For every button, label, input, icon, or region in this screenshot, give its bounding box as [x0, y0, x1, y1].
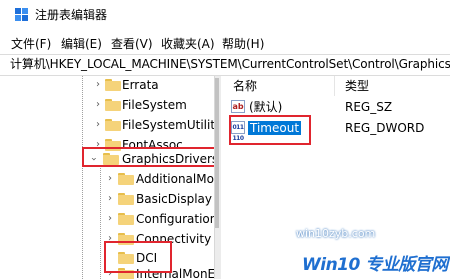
watermark-brand: Win10 专业版官网 — [302, 255, 448, 275]
values-pane[interactable]: 名称 类型 ab (默认) REG_SZ 011 110 Timeout REG_… — [221, 76, 450, 279]
menu-edit[interactable]: 编辑(E) — [61, 37, 102, 51]
chevron-right-icon[interactable]: › — [93, 100, 103, 110]
chevron-right-icon[interactable]: › — [105, 174, 115, 184]
highlight-box — [229, 115, 311, 145]
tree-item-label: BasicDisplay — [136, 192, 213, 206]
tree-item-errata[interactable]: › Errata — [0, 76, 216, 95]
column-divider[interactable] — [334, 76, 335, 96]
menu-help[interactable]: 帮助(H) — [222, 37, 264, 51]
chevron-right-icon[interactable]: › — [93, 80, 103, 90]
string-value-icon: ab — [231, 100, 245, 113]
tree-scrollbar-thumb[interactable] — [215, 78, 219, 228]
menu-file[interactable]: 文件(F) — [11, 37, 51, 51]
folder-icon — [118, 213, 134, 225]
tree-item-filesystem[interactable]: › FileSystem — [0, 96, 216, 115]
registry-editor-icon — [15, 8, 28, 21]
value-type: REG_DWORD — [345, 121, 425, 135]
watermark-site: win10zyb.com — [296, 227, 376, 240]
tree-item-filesystemutilities[interactable]: › FileSystemUtiliti — [0, 116, 216, 135]
folder-icon — [105, 79, 121, 91]
tree-item-additionalmodelists[interactable]: › AdditionalMo — [0, 170, 216, 189]
column-header-name[interactable]: 名称 — [233, 79, 257, 93]
value-name: (默认) — [249, 100, 283, 114]
registry-tree[interactable]: › Errata › FileSystem › FileSystemUtilit… — [0, 76, 216, 279]
menu-favorites[interactable]: 收藏夹(A) — [161, 37, 215, 51]
highlight-box — [104, 241, 172, 273]
menu-view[interactable]: 查看(V) — [111, 37, 153, 51]
tree-item-label: AdditionalMo — [136, 172, 214, 186]
title-bar: 注册表编辑器 — [0, 0, 450, 31]
address-bar[interactable]: 计算机\HKEY_LOCAL_MACHINE\SYSTEM\CurrentCon… — [0, 54, 450, 76]
chevron-right-icon[interactable]: › — [93, 120, 103, 130]
folder-icon — [118, 193, 134, 205]
highlight-box — [82, 147, 216, 167]
chevron-right-icon[interactable]: › — [105, 214, 115, 224]
tree-item-configuration[interactable]: › Configuration — [0, 210, 216, 229]
value-row-default[interactable]: ab (默认) REG_SZ — [221, 98, 450, 116]
tree-item-basicdisplay[interactable]: › BasicDisplay — [0, 190, 216, 209]
value-type: REG_SZ — [345, 100, 393, 114]
menu-bar: 文件(F) 编辑(E) 查看(V) 收藏夹(A) 帮助(H) — [0, 34, 450, 54]
chevron-right-icon[interactable]: › — [105, 194, 115, 204]
tree-item-label: Configuration — [136, 212, 216, 226]
folder-icon — [118, 173, 134, 185]
window-title: 注册表编辑器 — [35, 8, 108, 22]
folder-icon — [105, 119, 121, 131]
tree-item-label: FileSystemUtiliti — [122, 118, 216, 132]
tree-item-label: FileSystem — [122, 98, 187, 112]
column-header-type[interactable]: 类型 — [345, 79, 369, 93]
address-path[interactable]: 计算机\HKEY_LOCAL_MACHINE\SYSTEM\CurrentCon… — [10, 57, 450, 72]
tree-item-label: Errata — [122, 78, 159, 92]
folder-icon — [105, 99, 121, 111]
